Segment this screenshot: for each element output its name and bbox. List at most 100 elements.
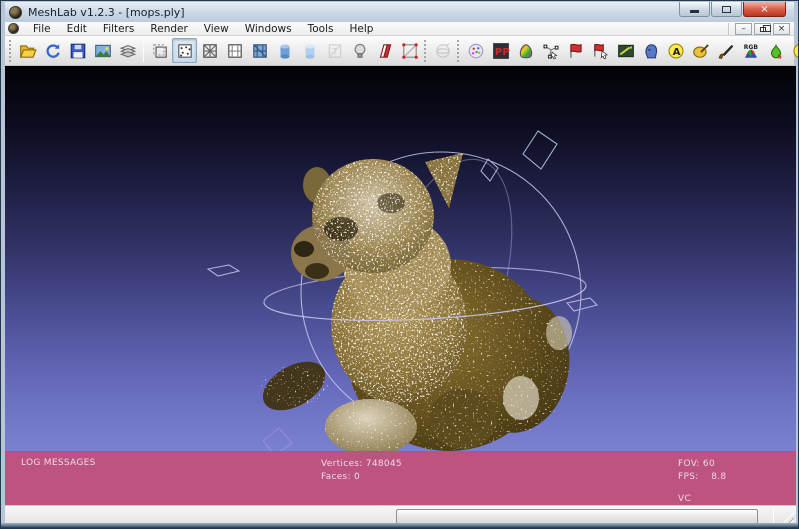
- light-bulb-icon: [351, 42, 369, 60]
- log-messages-bar: LOG MESSAGES Vertices: 748045 Faces: 0 F…: [5, 451, 796, 505]
- svg-text:s: s: [777, 52, 781, 60]
- show-trackball-button[interactable]: [430, 38, 455, 63]
- save-button[interactable]: [65, 38, 90, 63]
- menu-help[interactable]: Help: [341, 22, 381, 36]
- render-flat-button[interactable]: [272, 38, 297, 63]
- scene-canvas: [5, 66, 796, 451]
- paintbrush-button[interactable]: [713, 38, 738, 63]
- menu-edit[interactable]: Edit: [59, 22, 95, 36]
- green-pear-icon: s: [767, 42, 785, 60]
- maximize-button[interactable]: [711, 2, 742, 17]
- point-splatting-button[interactable]: [463, 38, 488, 63]
- gl-viewport[interactable]: [5, 66, 796, 451]
- yellow-a-icon: A: [667, 42, 685, 60]
- menu-bar: File Edit Filters Render View Windows To…: [5, 22, 794, 36]
- close-icon: ×: [760, 4, 768, 15]
- vertices-count: Vertices: 748045: [321, 459, 402, 469]
- fov-value: FOV: 60: [678, 459, 715, 469]
- render-texture-button[interactable]: T: [322, 38, 347, 63]
- open-folder-icon: [19, 42, 37, 60]
- render-hidden-lines-button[interactable]: [222, 38, 247, 63]
- flat-lines-icon: [251, 42, 269, 60]
- window-controls: ×: [678, 2, 786, 17]
- mdi-window-controls: – ×: [728, 23, 790, 35]
- render-wireframe-button[interactable]: [197, 38, 222, 63]
- mdi-client-area: LOG MESSAGES Vertices: 748045 Faces: 0 F…: [5, 66, 794, 527]
- render-points-button[interactable]: [172, 38, 197, 63]
- document-icon: [8, 23, 19, 34]
- splat-ball-icon: [467, 42, 485, 60]
- select-faces-flag-icon: [567, 42, 585, 60]
- statusbar-separator: [773, 509, 774, 524]
- menu-filters[interactable]: Filters: [95, 22, 142, 36]
- close-button[interactable]: ×: [743, 2, 786, 17]
- maximize-icon: [722, 6, 731, 13]
- snapshot-button[interactable]: [90, 38, 115, 63]
- reload-button[interactable]: [40, 38, 65, 63]
- select-vertices-icon: [542, 42, 560, 60]
- mdi-restore-button[interactable]: [754, 23, 771, 35]
- meshlab-window: MeshLab v1.2.3 - [mops.ply] × File Edit …: [0, 0, 799, 529]
- move-selection-button[interactable]: [588, 38, 613, 63]
- points-icon: [176, 42, 194, 60]
- svg-text:A: A: [672, 46, 680, 57]
- z-painting-button[interactable]: [613, 38, 638, 63]
- mdi-minimize-button[interactable]: –: [735, 23, 752, 35]
- smooth-cylinder-icon: [301, 42, 319, 60]
- svg-text:T: T: [331, 47, 338, 57]
- toolbar-drag-handle[interactable]: [424, 40, 426, 62]
- render-flat-lines-button[interactable]: [247, 38, 272, 63]
- select-faces-button[interactable]: [563, 38, 588, 63]
- menu-render[interactable]: Render: [142, 22, 195, 36]
- minimize-button[interactable]: [679, 2, 710, 17]
- texture-icon: T: [326, 42, 344, 60]
- save-floppy-icon: [69, 42, 87, 60]
- resize-grip[interactable]: [781, 512, 794, 525]
- layers-icon: [119, 42, 137, 60]
- point-picking-button[interactable]: PP: [488, 38, 513, 63]
- reload-icon: [44, 42, 62, 60]
- svg-text:PP: PP: [494, 46, 509, 57]
- flag-cursor-icon: [592, 42, 610, 60]
- meshlab-logo-icon: [9, 6, 22, 19]
- snapshot-icon: [94, 42, 112, 60]
- toolbar-drag-handle[interactable]: [457, 40, 459, 62]
- log-messages-label: LOG MESSAGES: [21, 458, 96, 468]
- select-vertices-button[interactable]: [538, 38, 563, 63]
- pp-icon: PP: [492, 42, 510, 60]
- menu-tools[interactable]: Tools: [300, 22, 342, 36]
- quality-mapper-button[interactable]: s: [763, 38, 788, 63]
- menu-file[interactable]: File: [25, 22, 59, 36]
- status-bar: [5, 505, 796, 527]
- vertex-color-rendering-button[interactable]: [397, 38, 422, 63]
- rgb-triangle-icon: RGB: [742, 42, 760, 60]
- align-button[interactable]: [638, 38, 663, 63]
- render-smooth-button[interactable]: [297, 38, 322, 63]
- info-button[interactable]: i: [788, 38, 799, 63]
- render-bbox-button[interactable]: [147, 38, 172, 63]
- wireframe-icon: [201, 42, 219, 60]
- hidden-lines-icon: [226, 42, 244, 60]
- toolbar-drag-handle[interactable]: [9, 40, 11, 62]
- rainbow-blob-icon: [517, 42, 535, 60]
- title-bar: MeshLab v1.2.3 - [mops.ply] ×: [5, 2, 794, 22]
- lighting-button[interactable]: [347, 38, 372, 63]
- open-button[interactable]: [15, 38, 40, 63]
- faces-count: Faces: 0: [321, 472, 360, 482]
- show-layer-dialog-button[interactable]: [115, 38, 140, 63]
- mdi-close-button[interactable]: ×: [773, 23, 790, 35]
- vertex-color-icon: [401, 42, 419, 60]
- menu-view[interactable]: View: [196, 22, 237, 36]
- paintbrush-icon: [717, 42, 735, 60]
- vc-label: VC: [678, 494, 691, 504]
- flat-cylinder-icon: [276, 42, 294, 60]
- trackball-handle-diamond: [523, 131, 557, 169]
- rgb-tricolor-button[interactable]: RGB: [738, 38, 763, 63]
- double-side-lighting-button[interactable]: [372, 38, 397, 63]
- color-fill-button[interactable]: [688, 38, 713, 63]
- auto-annotate-button[interactable]: A: [663, 38, 688, 63]
- menu-windows[interactable]: Windows: [237, 22, 300, 36]
- window-title: MeshLab v1.2.3 - [mops.ply]: [28, 6, 185, 19]
- progress-bar: [396, 509, 758, 524]
- color-projection-button[interactable]: [513, 38, 538, 63]
